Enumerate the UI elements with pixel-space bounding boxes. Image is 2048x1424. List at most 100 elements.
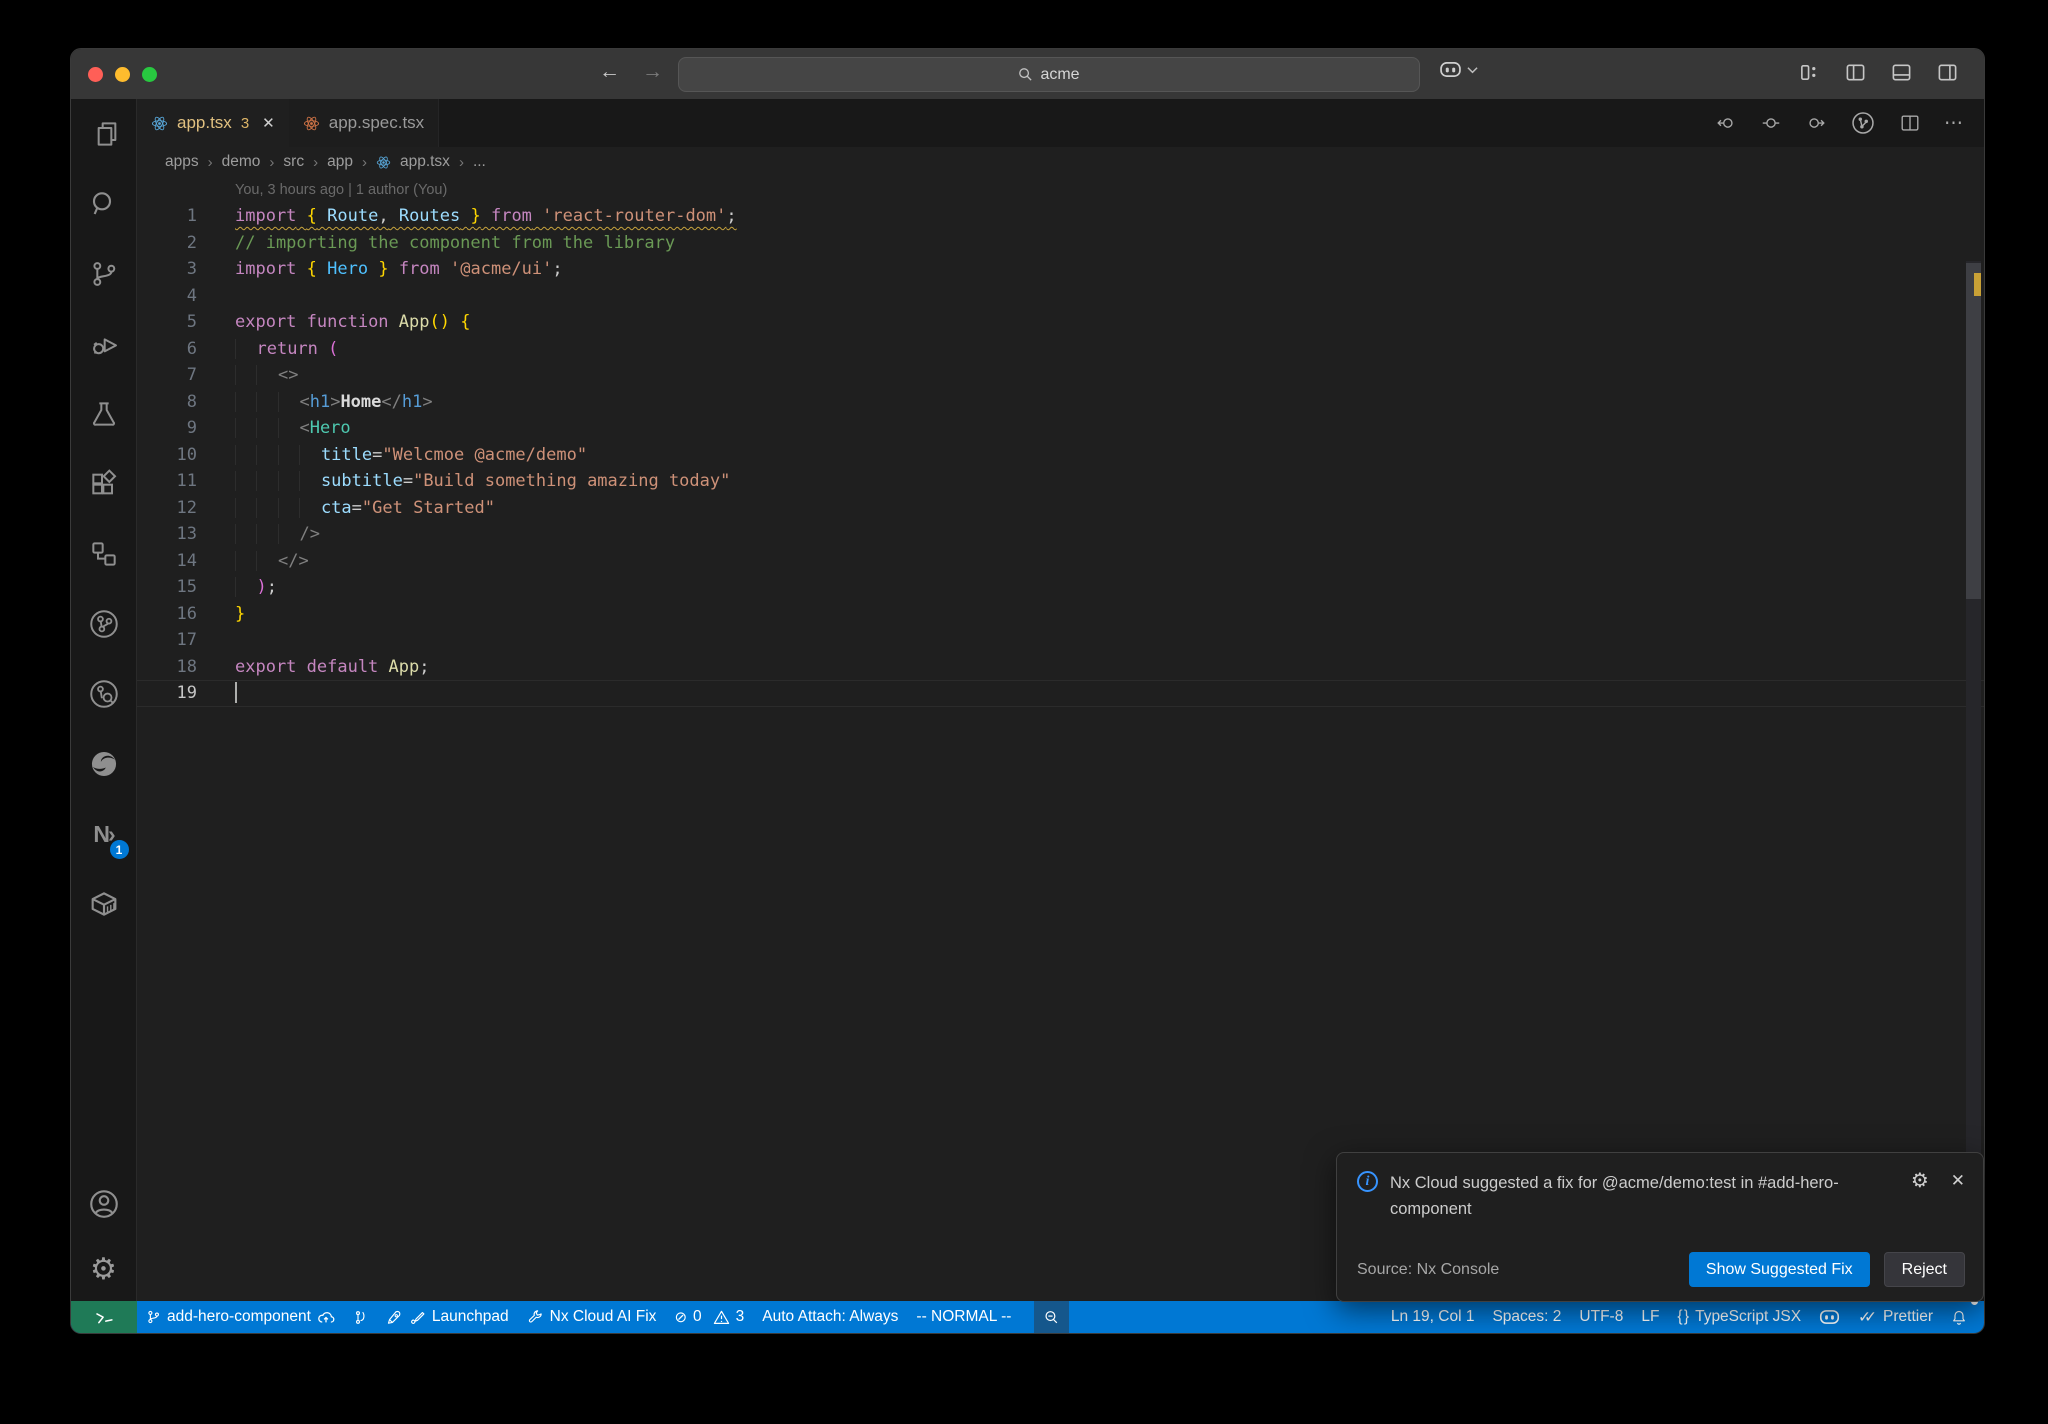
code-line[interactable]: 6 return ( (137, 336, 1984, 363)
command-center-search[interactable]: acme (678, 57, 1420, 92)
nx-cloud-fix-status[interactable]: Nx Cloud AI Fix (518, 1301, 666, 1333)
accounts-button[interactable] (71, 1169, 137, 1239)
close-window-button[interactable] (88, 67, 103, 82)
auto-attach-status[interactable]: Auto Attach: Always (753, 1301, 907, 1333)
sidebar-item-gitlens-inspect[interactable] (71, 659, 137, 729)
container-box-icon (91, 892, 116, 916)
sidebar-item-testing[interactable] (71, 379, 137, 449)
previous-change-icon[interactable] (1715, 112, 1737, 134)
scrollbar-thumb[interactable] (1966, 263, 1981, 599)
sidebar-item-extensions[interactable] (71, 449, 137, 519)
sidebar-item-edge-devtools[interactable] (71, 729, 137, 799)
show-suggested-fix-button[interactable]: Show Suggested Fix (1688, 1252, 1870, 1287)
code-line[interactable]: 11 subtitle="Build something amazing tod… (137, 468, 1984, 495)
tab-label: app.tsx (177, 113, 232, 132)
eol-status[interactable]: LF (1632, 1301, 1668, 1333)
sidebar-item-nx-console[interactable]: N› 1 (71, 799, 137, 869)
language-mode-status[interactable]: { } TypeScript JSX (1668, 1301, 1810, 1333)
launchpad-status[interactable]: Launchpad (377, 1301, 518, 1333)
breadcrumb-item[interactable]: apps (165, 153, 199, 171)
code-line[interactable]: 7 <> (137, 362, 1984, 389)
tab-app-tsx[interactable]: app.tsx 3 ✕ (137, 99, 289, 147)
breadcrumb[interactable]: apps › demo › src › app › app.tsx › ... (137, 147, 1984, 177)
react-icon (151, 116, 168, 130)
source-control-graph-status[interactable] (344, 1301, 377, 1333)
change-indicator-icon[interactable] (1760, 112, 1782, 134)
sidebar-item-search[interactable] (71, 169, 137, 239)
code-line[interactable]: 4 (137, 283, 1984, 310)
sidebar-item-gitlens[interactable] (71, 589, 137, 659)
braces-icon: { } (1677, 1308, 1690, 1325)
error-icon: ⊘ (674, 1308, 688, 1326)
remote-indicator[interactable] (71, 1301, 137, 1333)
reject-button[interactable]: Reject (1883, 1252, 1965, 1287)
line-number: 13 (176, 524, 197, 544)
indentation-status[interactable]: Spaces: 2 (1483, 1301, 1570, 1333)
next-change-icon[interactable] (1805, 112, 1827, 134)
git-branch-status[interactable]: add-hero-component (137, 1301, 344, 1333)
breadcrumb-separator: › (361, 153, 367, 171)
breadcrumb-item[interactable]: app (327, 153, 353, 171)
code-line[interactable]: 3 import { Hero } from '@acme/ui'; (137, 256, 1984, 283)
back-arrow-icon[interactable]: ← (599, 60, 620, 84)
forward-arrow-icon[interactable]: → (642, 60, 663, 84)
minimize-window-button[interactable] (115, 67, 130, 82)
copilot-menu[interactable] (1439, 61, 1478, 78)
code-line[interactable]: 18 export default App; (137, 654, 1984, 681)
line-number: 14 (176, 550, 197, 571)
code-line[interactable]: 17 (137, 627, 1984, 654)
notification-gear-icon[interactable]: ⚙ (1911, 1171, 1929, 1191)
code-line[interactable]: 16} (137, 601, 1984, 628)
settings-button[interactable]: ⚙ (71, 1239, 137, 1301)
code-line[interactable]: 14 </> (137, 548, 1984, 575)
notifications-bell[interactable] (1942, 1298, 1978, 1333)
split-editor-icon[interactable] (1899, 112, 1921, 134)
code-line[interactable]: 15 ); (137, 574, 1984, 601)
code-line[interactable]: 5 export function App() { (137, 309, 1984, 336)
commit-graph-icon[interactable] (1850, 110, 1876, 136)
zoom-status[interactable] (1034, 1301, 1070, 1333)
customize-layout-icon[interactable] (1799, 62, 1820, 83)
vim-mode-status[interactable]: -- NORMAL -- (907, 1301, 1020, 1333)
error-count: 0 (693, 1308, 702, 1325)
encoding-status[interactable]: UTF-8 (1570, 1301, 1632, 1333)
react-icon (376, 156, 391, 168)
code-line[interactable]: 2// importing the component from the lib… (137, 230, 1984, 257)
overview-ruler-warning-marker (1974, 273, 1981, 296)
code-line[interactable]: 9 <Hero (137, 415, 1984, 442)
sidebar-item-containers[interactable] (71, 869, 137, 939)
toggle-primary-sidebar-icon[interactable] (1845, 62, 1866, 83)
more-actions-icon[interactable]: ⋯ (1944, 112, 1964, 135)
code-editor[interactable]: You, 3 hours ago | 1 author (You) 1 impor… (137, 177, 1984, 1301)
code-line[interactable]: 19 (137, 680, 1984, 707)
close-tab-icon[interactable]: ✕ (262, 114, 275, 132)
toggle-panel-icon[interactable] (1891, 62, 1912, 83)
tab-app-spec-tsx[interactable]: app.spec.tsx (288, 99, 440, 147)
code-line[interactable]: 13 /> (137, 521, 1984, 548)
cursor-position-status[interactable]: Ln 19, Col 1 (1382, 1301, 1484, 1333)
problems-status[interactable]: ⊘ 0 3 (665, 1301, 753, 1333)
code-line[interactable]: 10 title="Welcmoe @acme/demo" (137, 442, 1984, 469)
breadcrumb-item[interactable]: demo (222, 153, 261, 171)
info-icon: i (1357, 1171, 1378, 1192)
prettier-status[interactable]: ✓✓ Prettier (1849, 1301, 1942, 1333)
sidebar-item-remote-explorer[interactable] (71, 519, 137, 589)
sidebar-item-explorer[interactable] (71, 99, 137, 169)
sidebar-item-source-control[interactable] (71, 239, 137, 309)
account-icon (89, 1190, 118, 1218)
editor-scrollbar[interactable] (1966, 261, 1981, 1297)
notification-close-icon[interactable]: ✕ (1951, 1171, 1965, 1191)
breadcrumb-item[interactable]: ... (473, 153, 486, 171)
titlebar[interactable]: ← → acme (71, 49, 1984, 99)
code-line[interactable]: 8 <h1>Home</h1> (137, 389, 1984, 416)
code-line[interactable]: 12 cta="Get Started" (137, 495, 1984, 522)
sidebar-item-run-debug[interactable] (71, 309, 137, 379)
zoom-window-button[interactable] (142, 67, 157, 82)
breadcrumb-item[interactable]: app.tsx (400, 153, 450, 171)
breadcrumb-item[interactable]: src (283, 153, 304, 171)
notification-source: Source: Nx Console (1357, 1260, 1500, 1278)
copilot-status[interactable] (1810, 1301, 1849, 1333)
line-number: 9 (186, 418, 197, 438)
code-line[interactable]: 1 import { Route, Routes } from 'react-ro… (137, 203, 1984, 230)
toggle-secondary-sidebar-icon[interactable] (1937, 62, 1958, 83)
